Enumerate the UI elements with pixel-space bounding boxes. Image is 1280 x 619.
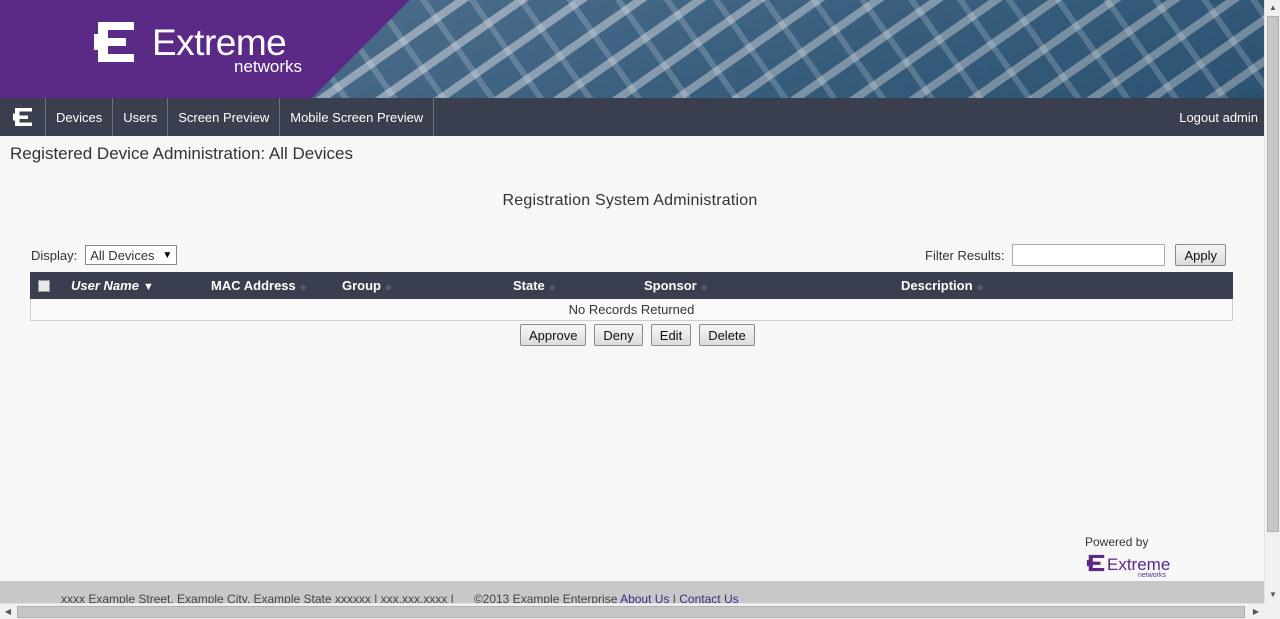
column-label: User Name [71, 278, 139, 293]
filter-results: Filter Results: Apply [925, 244, 1226, 266]
extreme-logo-icon [1086, 554, 1105, 572]
about-us-link[interactable]: About Us [620, 592, 669, 603]
vertical-scrollbar[interactable]: ▲ ▼ [1264, 0, 1280, 603]
sort-icon: ◆ [385, 282, 392, 292]
extreme-logo-icon [94, 22, 134, 62]
scrollbar-corner [1264, 603, 1280, 619]
nav-item-users[interactable]: Users [113, 98, 169, 136]
edit-button[interactable]: Edit [650, 324, 692, 346]
column-label: Sponsor [644, 278, 697, 293]
vertical-scroll-thumb[interactable] [1267, 16, 1279, 532]
scroll-left-icon[interactable]: ◀ [0, 604, 16, 619]
nav-item-screen-preview[interactable]: Screen Preview [168, 98, 281, 136]
column-header-mac-address[interactable]: MAC Address ◆ [211, 278, 307, 293]
deny-button[interactable]: Deny [594, 324, 643, 346]
sort-desc-icon: ▼ [142, 281, 154, 293]
column-label: Group [342, 278, 381, 293]
footer-copyright: ©2013 Example Enterprise [473, 592, 618, 603]
devices-table: User Name ▼ MAC Address ◆ Group ◆ State ◆ Sp… [30, 272, 1233, 321]
column-header-group[interactable]: Group ◆ [342, 278, 392, 293]
section-title: Registration System Administration [502, 192, 758, 209]
column-header-description[interactable]: Description ◆ [901, 278, 983, 293]
horizontal-scrollbar[interactable]: ◀ ▶ [0, 603, 1264, 619]
table-header: User Name ▼ MAC Address ◆ Group ◆ State ◆ Sp… [30, 272, 1233, 299]
scroll-up-icon[interactable]: ▲ [1265, 0, 1280, 16]
filter-input[interactable] [1012, 244, 1166, 266]
filter-label: Filter Results: [925, 247, 1005, 263]
column-label: Description [901, 278, 973, 293]
home-logo-button[interactable] [0, 98, 46, 136]
column-label: State [513, 278, 545, 293]
footer-text: xxxx Example Street, Example City, Examp… [61, 592, 739, 603]
display-filter: Display: All Devices ▼ [31, 245, 178, 265]
sort-icon: ◆ [548, 282, 556, 292]
footer: xxxx Example Street, Example City, Examp… [0, 581, 1264, 603]
display-select-value: All Devices [90, 247, 155, 263]
apply-button[interactable]: Apply [1175, 244, 1226, 266]
nav-item-devices[interactable]: Devices [46, 98, 114, 136]
scroll-down-icon[interactable]: ▼ [1265, 587, 1280, 603]
delete-button[interactable]: Delete [699, 324, 755, 346]
column-header-user-name[interactable]: User Name ▼ [71, 278, 154, 293]
powered-by-logo: Extreme networks [1086, 553, 1170, 579]
logout-link[interactable]: Logout admin [1169, 98, 1264, 136]
display-label: Display: [31, 247, 78, 263]
column-label: MAC Address [211, 278, 296, 293]
contact-us-link[interactable]: Contact Us [679, 592, 738, 603]
page-title: Registered Device Administration: All De… [10, 144, 353, 163]
dropdown-arrow-icon: ▼ [162, 249, 173, 261]
sort-icon: ◆ [976, 282, 984, 292]
select-all-checkbox[interactable] [38, 280, 50, 292]
column-header-sponsor[interactable]: Sponsor ◆ [644, 278, 708, 293]
brand-sub: networks [234, 57, 303, 76]
horizontal-scroll-thumb[interactable] [17, 606, 1245, 618]
approve-button[interactable]: Approve [520, 324, 587, 346]
powered-by-label: Powered by [1085, 535, 1149, 549]
display-select[interactable]: All Devices ▼ [85, 245, 178, 265]
scroll-right-icon[interactable]: ▶ [1248, 604, 1264, 619]
footer-separator: | [672, 592, 676, 603]
nav-item-mobile-screen-preview[interactable]: Mobile Screen Preview [280, 98, 435, 136]
sort-icon: ◆ [299, 282, 307, 292]
table-actions: Approve Deny Edit Delete [520, 324, 763, 346]
header-banner: Extreme networks [0, 0, 1264, 98]
footer-address: xxxx Example Street, Example City, Examp… [61, 592, 454, 603]
table-empty-row: No Records Returned [30, 299, 1233, 321]
sort-icon: ◆ [700, 282, 708, 292]
column-header-state[interactable]: State ◆ [513, 278, 556, 293]
powered-by-sub: networks [1138, 572, 1167, 579]
extreme-logo-icon [12, 108, 32, 126]
main-nav: Devices Users Screen Preview Mobile Scre… [0, 98, 1264, 136]
